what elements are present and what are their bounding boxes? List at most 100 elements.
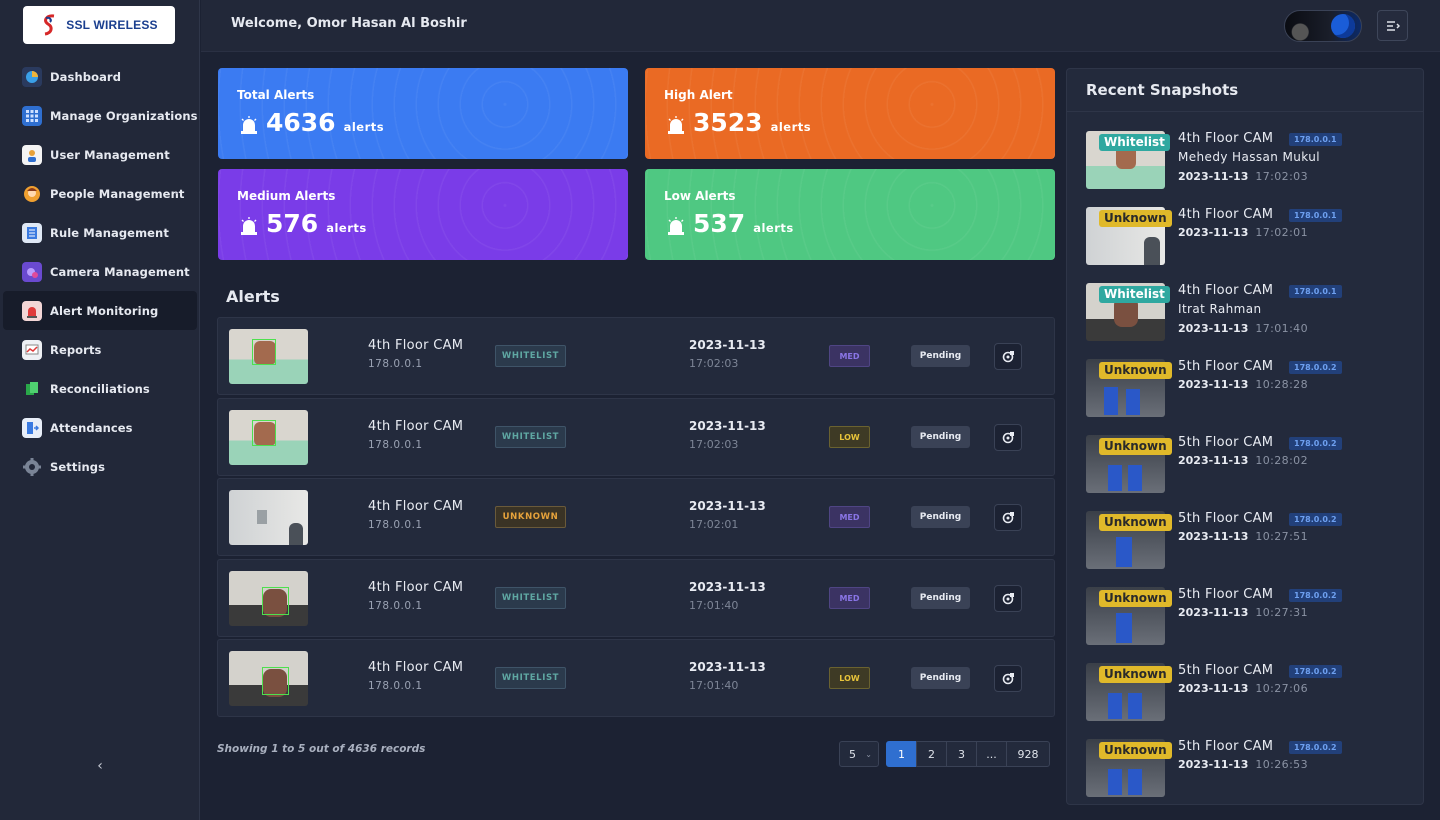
snapshot-datetime: 2023-11-13 10:26:53 bbox=[1178, 758, 1308, 771]
high-alerts-card[interactable]: High Alert 3523 alerts bbox=[645, 68, 1055, 159]
alert-time: 17:02:01 bbox=[689, 518, 739, 531]
snapshot-time: 10:28:02 bbox=[1255, 454, 1308, 467]
page-button-3[interactable]: 3 bbox=[946, 741, 977, 767]
alert-snapshot-thumbnail[interactable] bbox=[229, 410, 308, 465]
card-title: Low Alerts bbox=[664, 189, 736, 203]
alert-row[interactable]: 4th Floor CAM 178.0.0.1 UNKNOWN 2023-11-… bbox=[217, 478, 1055, 556]
alert-camera-ip: 178.0.0.1 bbox=[368, 439, 423, 451]
rule-icon bbox=[22, 222, 42, 243]
sidebar-item-label: Camera Management bbox=[50, 264, 190, 279]
chevron-down-icon[interactable]: ⌄ bbox=[173, 187, 181, 197]
alert-status-badge: Pending bbox=[911, 345, 970, 367]
sidebar-item-people-management[interactable]: People Management ⌄ bbox=[0, 174, 200, 213]
snapshot-camera: 4th Floor CAM bbox=[1178, 131, 1274, 146]
snapshot-camera: 5th Floor CAM bbox=[1178, 663, 1274, 678]
card-unit: alerts bbox=[343, 120, 385, 134]
divider bbox=[1067, 111, 1423, 112]
alarm-icon bbox=[668, 116, 684, 134]
alert-row[interactable]: 4th Floor CAM 178.0.0.1 WHITELIST 2023-1… bbox=[217, 559, 1055, 637]
alert-camera-name: 4th Floor CAM bbox=[368, 499, 464, 514]
alert-row[interactable]: 4th Floor CAM 178.0.0.1 WHITELIST 2023-1… bbox=[217, 639, 1055, 717]
snapshot-item[interactable]: Unknown 5th Floor CAM 178.0.0.2 2023-11-… bbox=[1086, 587, 1416, 647]
alert-action-button[interactable] bbox=[994, 424, 1022, 451]
snapshot-item[interactable]: Unknown 5th Floor CAM 178.0.0.2 2023-11-… bbox=[1086, 511, 1416, 571]
sidebar-item-alert-monitoring[interactable]: Alert Monitoring bbox=[3, 291, 197, 330]
low-alerts-card[interactable]: Low Alerts 537 alerts bbox=[645, 169, 1055, 260]
page-size-select[interactable]: 5 ⌄ bbox=[839, 741, 879, 767]
sidebar: SSL WIRELESS Dashboard Manage Organizati… bbox=[0, 0, 200, 820]
sidebar-nav: Dashboard Manage Organizations User Mana… bbox=[0, 57, 200, 486]
alert-status-badge: Pending bbox=[911, 426, 970, 448]
page-ellipsis[interactable]: ... bbox=[976, 741, 1007, 767]
snapshot-badge: Unknown bbox=[1099, 666, 1172, 683]
medium-alerts-value: 576 bbox=[266, 209, 319, 238]
snapshot-datetime: 2023-11-13 10:28:02 bbox=[1178, 454, 1308, 467]
snapshot-item[interactable]: Unknown 5th Floor CAM 178.0.0.2 2023-11-… bbox=[1086, 359, 1416, 419]
sidebar-item-manage-organizations[interactable]: Manage Organizations bbox=[0, 96, 200, 135]
sidebar-item-camera-management[interactable]: Camera Management bbox=[0, 252, 200, 291]
alert-person-tag: UNKNOWN bbox=[495, 506, 566, 528]
alert-date: 2023-11-13 bbox=[689, 660, 766, 674]
organizations-icon bbox=[22, 105, 42, 126]
sidebar-item-user-management[interactable]: User Management bbox=[0, 135, 200, 174]
people-icon bbox=[22, 184, 42, 204]
snapshot-item[interactable]: Unknown 5th Floor CAM 178.0.0.2 2023-11-… bbox=[1086, 663, 1416, 723]
sidebar-item-label: Attendances bbox=[50, 420, 133, 435]
alert-icon bbox=[22, 300, 42, 321]
page-button-2[interactable]: 2 bbox=[916, 741, 947, 767]
brand-logo[interactable]: SSL WIRELESS bbox=[23, 6, 175, 44]
sidebar-item-reports[interactable]: Reports bbox=[0, 330, 200, 369]
pagination: 1 2 3 ... 928 bbox=[886, 741, 1050, 767]
total-alerts-card[interactable]: Total Alerts 4636 alerts bbox=[218, 68, 628, 159]
alert-action-button[interactable] bbox=[994, 585, 1022, 612]
snapshot-time: 17:02:03 bbox=[1255, 170, 1308, 183]
sidebar-item-label: People Management bbox=[50, 186, 185, 201]
alert-snapshot-thumbnail[interactable] bbox=[229, 571, 308, 626]
chevron-down-icon: ⌄ bbox=[865, 750, 872, 759]
alert-action-button[interactable] bbox=[994, 504, 1022, 531]
page-button-last[interactable]: 928 bbox=[1006, 741, 1050, 767]
alert-time: 17:02:03 bbox=[689, 357, 739, 370]
alert-snapshot-thumbnail[interactable] bbox=[229, 651, 308, 706]
sidebar-item-reconciliations[interactable]: Reconciliations bbox=[0, 369, 200, 408]
snapshot-ip-badge: 178.0.0.1 bbox=[1289, 209, 1342, 222]
alert-row[interactable]: 4th Floor CAM 178.0.0.1 WHITELIST 2023-1… bbox=[217, 398, 1055, 476]
snapshot-time: 10:27:06 bbox=[1255, 682, 1308, 695]
alert-snapshot-thumbnail[interactable] bbox=[229, 490, 308, 545]
snapshot-ip-badge: 178.0.0.1 bbox=[1289, 285, 1342, 298]
card-title: Total Alerts bbox=[237, 88, 315, 102]
page-button-1[interactable]: 1 bbox=[886, 741, 917, 767]
snapshot-camera: 5th Floor CAM bbox=[1178, 359, 1274, 374]
snapshot-camera: 5th Floor CAM bbox=[1178, 511, 1274, 526]
sidebar-item-attendances[interactable]: Attendances bbox=[0, 408, 200, 447]
sidebar-item-dashboard[interactable]: Dashboard bbox=[0, 57, 200, 96]
sidebar-item-label: Alert Monitoring bbox=[50, 303, 159, 318]
snapshot-item[interactable]: Whitelist 4th Floor CAM 178.0.0.1 Itrat … bbox=[1086, 283, 1416, 343]
alert-snapshot-thumbnail[interactable] bbox=[229, 329, 308, 384]
alarm-icon bbox=[668, 217, 684, 235]
page-size-value: 5 bbox=[849, 747, 856, 761]
collapse-sidebar-button[interactable]: ‹ bbox=[92, 758, 108, 774]
high-alerts-value: 3523 bbox=[693, 108, 763, 137]
alert-action-button[interactable] bbox=[994, 665, 1022, 692]
alert-action-button[interactable] bbox=[994, 343, 1022, 370]
snapshot-time: 17:02:01 bbox=[1255, 226, 1308, 239]
alert-level-badge: LOW bbox=[829, 426, 870, 448]
snapshot-datetime: 2023-11-13 10:27:31 bbox=[1178, 606, 1308, 619]
snapshot-camera: 5th Floor CAM bbox=[1178, 435, 1274, 450]
theme-toggle[interactable] bbox=[1284, 10, 1362, 42]
snapshot-item[interactable]: Unknown 5th Floor CAM 178.0.0.2 2023-11-… bbox=[1086, 435, 1416, 495]
alert-row[interactable]: 4th Floor CAM 178.0.0.1 WHITELIST 2023-1… bbox=[217, 317, 1055, 395]
card-value: 3523 alerts bbox=[693, 108, 811, 137]
alert-level-badge: MED bbox=[829, 587, 870, 609]
snapshot-item[interactable]: Unknown 5th Floor CAM 178.0.0.2 2023-11-… bbox=[1086, 739, 1416, 799]
alert-person-tag: WHITELIST bbox=[495, 426, 566, 448]
medium-alerts-card[interactable]: Medium Alerts 576 alerts bbox=[218, 169, 628, 260]
snapshot-badge: Unknown bbox=[1099, 210, 1172, 227]
snapshot-item[interactable]: Unknown 4th Floor CAM 178.0.0.1 2023-11-… bbox=[1086, 207, 1416, 267]
sidebar-item-settings[interactable]: Settings bbox=[0, 447, 200, 486]
sidebar-item-rule-management[interactable]: Rule Management bbox=[0, 213, 200, 252]
attendance-icon bbox=[22, 417, 42, 438]
menu-toggle-button[interactable] bbox=[1377, 10, 1408, 41]
snapshot-item[interactable]: Whitelist 4th Floor CAM 178.0.0.1 Mehedy… bbox=[1086, 131, 1416, 191]
